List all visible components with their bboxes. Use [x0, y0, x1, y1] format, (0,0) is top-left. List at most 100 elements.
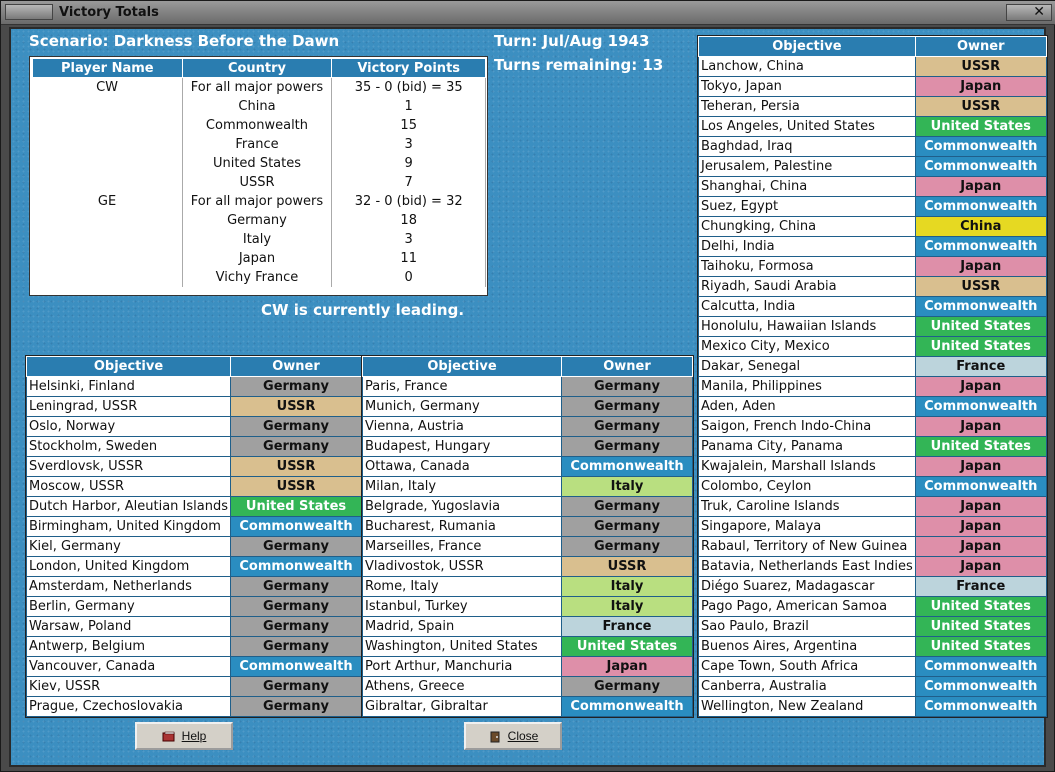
summary-country: For all major powers — [182, 77, 333, 97]
victory-totals-window: Victory Totals ✕ Scenario: Darkness Befo… — [0, 0, 1055, 772]
objective-row: Leningrad, USSR USSR — [25, 396, 363, 417]
objective-name: Helsinki, Finland — [25, 376, 232, 397]
summary-player-name — [32, 248, 183, 268]
objective-name: Antwerp, Belgium — [25, 636, 232, 657]
objective-owner: Commonwealth — [914, 476, 1047, 497]
objective-row: Suez, Egypt Commonwealth — [698, 196, 1047, 217]
objective-name: Madrid, Spain — [362, 616, 562, 637]
objective-name: Milan, Italy — [362, 476, 562, 497]
objective-name: Delhi, India — [698, 236, 916, 257]
summary-country: Japan — [182, 248, 333, 268]
summary-row: Germany 18 — [32, 210, 486, 230]
objective-row: Riyadh, Saudi Arabia USSR — [698, 276, 1047, 297]
objective-name: Belgrade, Yugoslavia — [362, 496, 562, 517]
summary-row: Commonwealth 15 — [32, 115, 486, 135]
objective-owner: USSR — [914, 96, 1047, 117]
objective-owner: Germany — [561, 396, 693, 417]
objective-row: Warsaw, Poland Germany — [25, 616, 363, 637]
summary-country: Commonwealth — [182, 115, 333, 135]
objective-owner: United States — [914, 116, 1047, 137]
objective-owner: Commonwealth — [914, 656, 1047, 677]
help-button[interactable]: Help — [135, 722, 233, 750]
title-bar[interactable]: Victory Totals ✕ — [1, 1, 1055, 25]
turns-remaining: Turns remaining: 13 — [494, 56, 664, 74]
objective-name: Marseilles, France — [362, 536, 562, 557]
objective-row: Mexico City, Mexico United States — [698, 336, 1047, 357]
objective-name: Stockholm, Sweden — [25, 436, 232, 457]
objective-row: Helsinki, Finland Germany — [25, 376, 363, 397]
window-title: Victory Totals — [59, 5, 159, 20]
objective-row: Truk, Caroline Islands Japan — [698, 496, 1047, 517]
objective-name: Prague, Czechoslovakia — [25, 696, 232, 717]
objective-owner: Commonwealth — [914, 136, 1047, 157]
objective-name: Sao Paulo, Brazil — [698, 616, 916, 637]
summary-country: For all major powers — [182, 191, 333, 211]
objective-owner: Italy — [561, 476, 693, 497]
summary-victory-points: 3 — [331, 134, 486, 154]
objective-row: Vladivostok, USSR USSR — [362, 556, 693, 577]
window-menu-icon[interactable] — [5, 4, 53, 20]
objective-owner: USSR — [914, 56, 1047, 77]
window-close-button[interactable]: ✕ — [1006, 4, 1052, 21]
objective-owner: Germany — [230, 416, 363, 437]
objective-owner: Italy — [561, 596, 693, 617]
close-button[interactable]: Close — [464, 722, 562, 750]
objective-name: Budapest, Hungary — [362, 436, 562, 457]
objective-name: Dutch Harbor, Aleutian Islands — [25, 496, 232, 517]
summary-player-name — [32, 96, 183, 116]
objective-owner: Japan — [914, 376, 1047, 397]
objective-owner: Germany — [561, 436, 693, 457]
objective-owner: Germany — [230, 376, 363, 397]
summary-victory-points: 1 — [331, 96, 486, 116]
summary-row: China 1 — [32, 96, 486, 116]
objective-row: Rome, Italy Italy — [362, 576, 693, 597]
help-book-icon — [162, 731, 175, 742]
objective-name: Pago Pago, American Samoa — [698, 596, 916, 617]
objective-row: Prague, Czechoslovakia Germany — [25, 696, 363, 717]
objective-row: Ottawa, Canada Commonwealth — [362, 456, 693, 477]
objective-row: Sverdlovsk, USSR USSR — [25, 456, 363, 477]
objective-row: Diégo Suarez, Madagascar France — [698, 576, 1047, 597]
objective-name: Wellington, New Zealand — [698, 696, 916, 717]
summary-column-header: Country — [181, 58, 333, 78]
objective-owner: United States — [230, 496, 363, 517]
objective-owner: France — [914, 576, 1047, 597]
objective-name: Suez, Egypt — [698, 196, 916, 217]
objective-owner: Japan — [914, 176, 1047, 197]
objective-row: Shanghai, China Japan — [698, 176, 1047, 197]
objective-name: Birmingham, United Kingdom — [25, 516, 232, 537]
objective-row: Jerusalem, Palestine Commonwealth — [698, 156, 1047, 177]
objective-row: Marseilles, France Germany — [362, 536, 693, 557]
summary-country: USSR — [182, 172, 333, 192]
summary-country: United States — [182, 153, 333, 173]
objective-row: Birmingham, United Kingdom Commonwealth — [25, 516, 363, 537]
objective-owner: USSR — [561, 556, 693, 577]
objective-column-header: Objective — [362, 356, 562, 377]
summary-country: Germany — [182, 210, 333, 230]
close-button-label: Close — [507, 729, 539, 743]
objective-name: Taihoku, Formosa — [698, 256, 916, 277]
objective-row: Rabaul, Territory of New Guinea Japan — [698, 536, 1047, 557]
objectives-table-left: Objective Owner Helsinki, Finland Germany Le… — [25, 355, 364, 718]
objective-row: Dakar, Senegal France — [698, 356, 1047, 377]
objective-name: Vancouver, Canada — [25, 656, 232, 677]
objective-row: Manila, Philippines Japan — [698, 376, 1047, 397]
objective-row: Antwerp, Belgium Germany — [25, 636, 363, 657]
objective-name: Riyadh, Saudi Arabia — [698, 276, 916, 297]
summary-player-name: GE — [32, 191, 183, 211]
objective-name: Washington, United States — [362, 636, 562, 657]
objective-row: Amsterdam, Netherlands Germany — [25, 576, 363, 597]
objective-name: Kwajalein, Marshall Islands — [698, 456, 916, 477]
objective-name: Calcutta, India — [698, 296, 916, 317]
owner-column-header: Owner — [914, 36, 1047, 57]
objective-row: Delhi, India Commonwealth — [698, 236, 1047, 257]
objective-name: Oslo, Norway — [25, 416, 232, 437]
summary-victory-points: 3 — [331, 229, 486, 249]
objective-owner: Germany — [561, 676, 693, 697]
objective-row: Munich, Germany Germany — [362, 396, 693, 417]
objective-owner: France — [914, 356, 1047, 377]
objective-name: Vienna, Austria — [362, 416, 562, 437]
objective-name: Canberra, Australia — [698, 676, 916, 697]
objective-row: Moscow, USSR USSR — [25, 476, 363, 497]
objective-row: Stockholm, Sweden Germany — [25, 436, 363, 457]
